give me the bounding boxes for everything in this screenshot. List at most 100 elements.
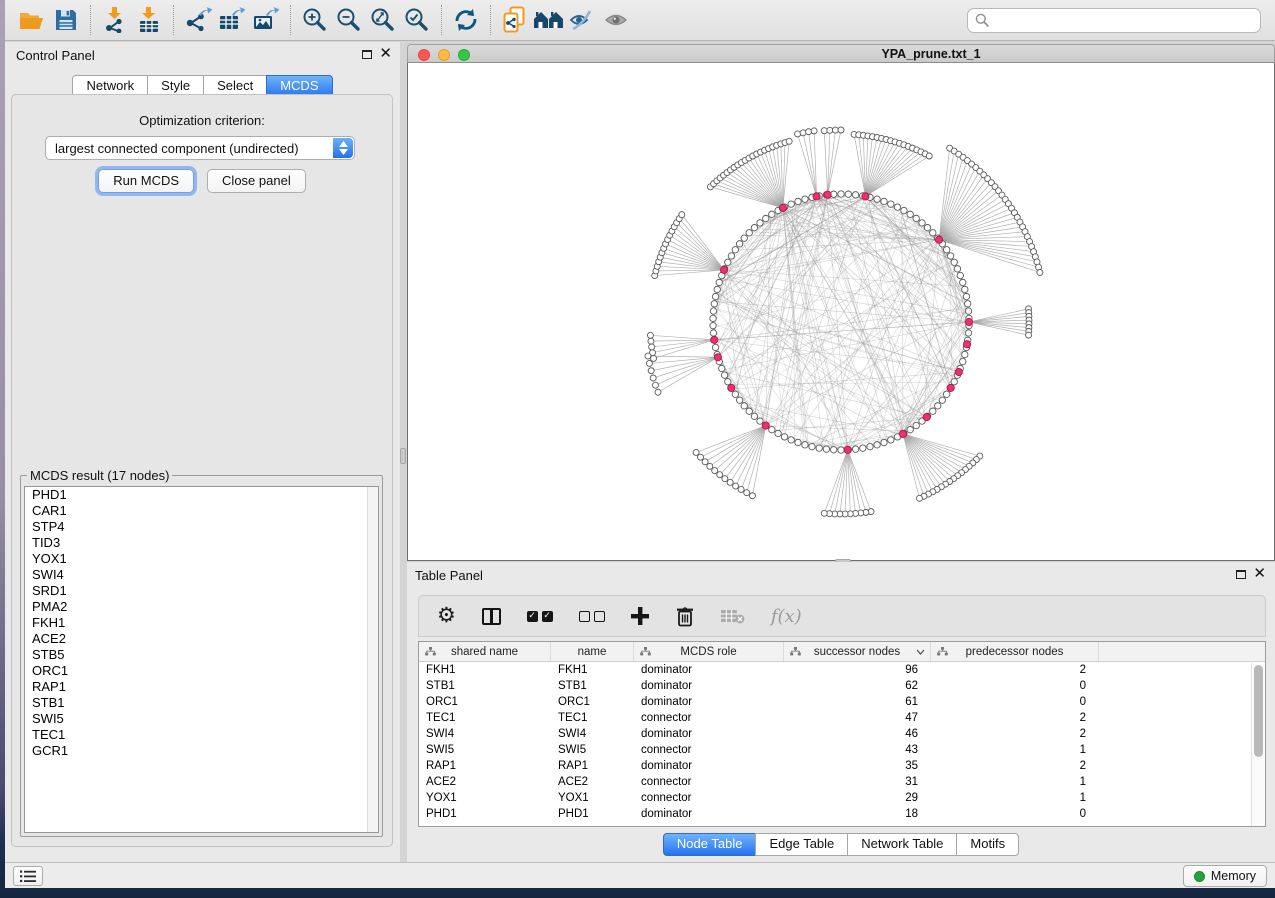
export-network-icon[interactable] [181,3,215,37]
import-network-icon[interactable] [98,3,132,37]
status-bar: Memory [5,862,1275,888]
hide-selected-icon[interactable] [566,3,600,37]
network-graph[interactable] [408,63,1274,559]
zoom-in-icon[interactable] [298,3,332,37]
export-table-icon[interactable] [215,3,249,37]
table-scrollbar-thumb[interactable] [1254,665,1263,757]
run-mcds-button[interactable]: Run MCDS [98,169,194,193]
table-cell: dominator [634,806,784,822]
mcds-result-item[interactable]: ORC1 [25,663,378,679]
criterion-select[interactable]: largest connected component (undirected) [45,136,355,160]
column-header-name[interactable]: name [551,642,634,661]
export-image-icon[interactable] [249,3,283,37]
table-cell: connector [634,790,784,806]
node-table[interactable]: shared namenameMCDS rolesuccessor nodesp… [418,641,1266,827]
column-header-predecessor-nodes[interactable]: predecessor nodes [931,642,1099,661]
node-table-header: shared namenameMCDS rolesuccessor nodesp… [419,642,1265,662]
zoom-fit-icon[interactable] [366,3,400,37]
column-header-successor-nodes[interactable]: successor nodes [784,642,931,661]
column-header-shared-name[interactable]: shared name [419,642,551,661]
table-cell: 47 [784,710,931,726]
import-table-icon[interactable] [132,3,166,37]
table-row[interactable]: PHD1PHD1dominator180 [419,806,1265,822]
table-row[interactable]: ORC1ORC1dominator610 [419,694,1265,710]
memory-label: Memory [1211,869,1256,883]
table-cell: ACE2 [551,774,634,790]
network-window-titlebar[interactable]: YPA_prune.txt_1 [407,44,1275,63]
mcds-result-item[interactable]: SRD1 [25,583,378,599]
mcds-result-item[interactable]: GCR1 [25,743,378,759]
table-row[interactable]: RAP1RAP1dominator352 [419,758,1265,774]
column-header-MCDS-role[interactable]: MCDS role [634,642,784,661]
tab-motifs[interactable]: Motifs [956,833,1019,856]
show-columns-icon[interactable] [482,601,501,631]
mcds-result-item[interactable]: TEC1 [25,727,378,743]
float-table-panel-icon[interactable] [1236,570,1246,579]
clone-network-icon[interactable] [498,3,532,37]
zoom-out-icon[interactable] [332,3,366,37]
vertical-splitter-handle[interactable] [400,448,406,464]
search-input[interactable] [994,13,1253,27]
save-session-icon[interactable] [49,3,83,37]
search-box[interactable] [967,8,1261,33]
add-column-icon[interactable] [631,601,649,631]
memory-status-icon [1194,871,1205,882]
tab-node-table[interactable]: Node Table [663,833,757,856]
mcds-result-item[interactable]: FKH1 [25,615,378,631]
table-cell: SWI4 [419,726,551,742]
table-panel-title: Table Panel [415,568,483,583]
table-row[interactable]: FKH1FKH1dominator962 [419,662,1265,678]
mcds-list-scrollbar[interactable] [367,487,378,832]
close-panel-button[interactable]: Close panel [207,169,306,193]
table-cell: 1 [931,774,1099,790]
deselect-all-rows-icon[interactable] [579,601,605,631]
mcds-result-item[interactable]: PHD1 [25,487,378,503]
toolbar-separator [90,5,91,35]
network-view-window: YPA_prune.txt_1 [407,44,1275,561]
tab-network-table[interactable]: Network Table [847,833,957,856]
mcds-result-item[interactable]: STB1 [25,695,378,711]
table-row[interactable]: SWI4SWI4dominator462 [419,726,1265,742]
mcds-result-item[interactable]: TID3 [25,535,378,551]
table-row[interactable]: TEC1TEC1connector472 [419,710,1265,726]
table-cell: 62 [784,678,931,694]
table-row[interactable]: STB1STB1dominator620 [419,678,1265,694]
table-settings-icon[interactable]: ⚙ [437,601,456,631]
close-panel-icon[interactable]: ✕ [379,45,392,63]
task-history-button[interactable] [13,866,43,886]
mcds-result-item[interactable]: PMA2 [25,599,378,615]
table-row[interactable]: YOX1YOX1connector291 [419,790,1265,806]
zoom-selected-icon[interactable] [400,3,434,37]
delete-column-icon[interactable] [675,601,695,631]
table-row[interactable]: ACE2ACE2connector311 [419,774,1265,790]
table-row[interactable]: SWI5SWI5connector431 [419,742,1265,758]
mcds-result-list[interactable]: PHD1CAR1STP4TID3YOX1SWI4SRD1PMA2FKH1ACE2… [24,486,379,833]
show-all-networks-icon[interactable] [532,3,566,37]
network-window-title: YPA_prune.txt_1 [408,47,1274,61]
float-panel-icon[interactable] [362,50,372,59]
control-panel: Control Panel ✕ NetworkStyleSelectMCDS O… [5,42,400,862]
memory-button[interactable]: Memory [1183,865,1267,887]
control-panel-titlebar: Control Panel ✕ [5,42,400,68]
mcds-result-item[interactable]: YOX1 [25,551,378,567]
network-canvas[interactable] [407,63,1275,561]
table-panel-tabs: Node TableEdge TableNetwork TableMotifs [407,833,1275,856]
mcds-result-item[interactable]: SWI4 [25,567,378,583]
tab-edge-table[interactable]: Edge Table [755,833,848,856]
mcds-result-item[interactable]: SWI5 [25,711,378,727]
table-cell: dominator [634,758,784,774]
show-hidden-icon[interactable] [600,3,634,37]
mcds-result-item[interactable]: RAP1 [25,679,378,695]
mcds-result-item[interactable]: CAR1 [25,503,378,519]
table-toolbar: ⚙ [418,595,1266,637]
mcds-result-item[interactable]: STB5 [25,647,378,663]
select-all-rows-icon[interactable] [527,601,553,631]
open-file-icon[interactable] [15,3,49,37]
table-scrollbar[interactable] [1251,663,1265,826]
mcds-result-item[interactable]: STP4 [25,519,378,535]
refresh-view-icon[interactable] [449,3,483,37]
delete-table-icon [721,601,745,631]
table-cell: 2 [931,710,1099,726]
close-table-panel-icon[interactable]: ✕ [1253,565,1266,583]
mcds-result-item[interactable]: ACE2 [25,631,378,647]
